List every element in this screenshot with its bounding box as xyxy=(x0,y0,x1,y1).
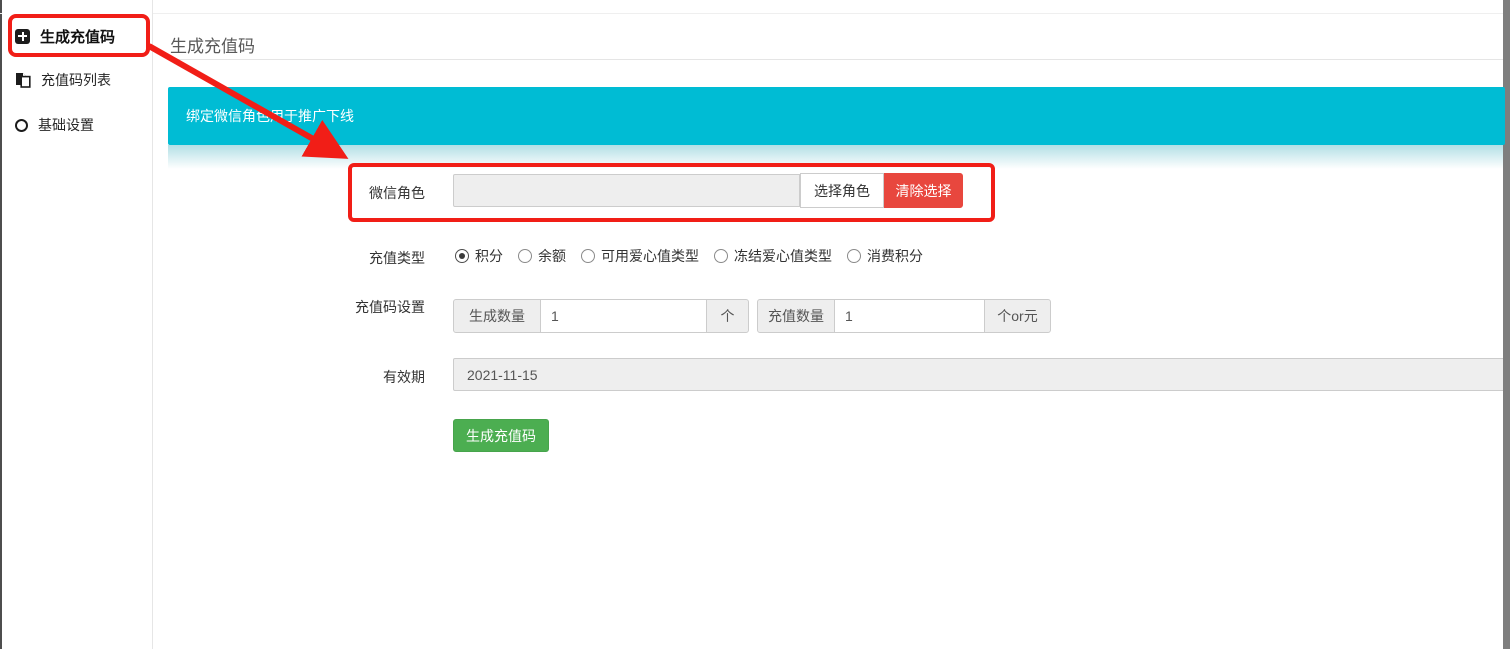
recharge-type-label: 充值类型 xyxy=(290,248,425,268)
generate-quantity-prefix: 生成数量 xyxy=(453,299,541,333)
wechat-role-label: 微信角色 xyxy=(290,183,425,203)
sidebar-item-label: 生成充值码 xyxy=(40,26,115,47)
page: 生成充值码 充值码列表 基础设置 生成充值码 绑定微信角色用于推广下线 微信角色… xyxy=(0,0,1510,649)
info-banner-text: 绑定微信角色用于推广下线 xyxy=(186,106,354,126)
sidebar-item-code-list[interactable]: 充值码列表 xyxy=(15,65,111,95)
recharge-amount-input[interactable] xyxy=(834,299,985,333)
page-title: 生成充值码 xyxy=(170,32,255,57)
validity-label: 有效期 xyxy=(290,367,425,387)
plus-square-icon xyxy=(15,29,30,44)
radio-label: 冻结爱心值类型 xyxy=(734,246,832,266)
generate-quantity-group: 生成数量 个 xyxy=(453,299,749,333)
generate-quantity-input[interactable] xyxy=(540,299,707,333)
select-role-button[interactable]: 选择角色 xyxy=(800,173,884,208)
title-divider xyxy=(168,59,1503,60)
sidebar-item-label: 充值码列表 xyxy=(41,70,111,90)
top-divider xyxy=(0,13,1510,14)
radio-unselected-icon xyxy=(518,249,532,263)
circle-icon xyxy=(15,119,28,132)
code-settings-label: 充值码设置 xyxy=(290,297,425,317)
recharge-type-options: 积分 余额 可用爱心值类型 冻结爱心值类型 消费积分 xyxy=(455,246,923,266)
radio-label: 可用爱心值类型 xyxy=(601,246,699,266)
sidebar-item-generate-code[interactable]: 生成充值码 xyxy=(15,21,115,51)
recharge-amount-suffix: 个or元 xyxy=(984,299,1051,333)
radio-label: 余额 xyxy=(538,246,566,266)
validity-date-input[interactable] xyxy=(453,358,1505,391)
radio-consume-points[interactable]: 消费积分 xyxy=(847,246,923,266)
copy-icon xyxy=(15,72,31,88)
sidebar: 生成充值码 充值码列表 基础设置 xyxy=(2,0,153,649)
sidebar-item-basic-settings[interactable]: 基础设置 xyxy=(15,110,94,140)
radio-label: 积分 xyxy=(475,246,503,266)
recharge-amount-group: 充值数量 个or元 xyxy=(757,299,1051,333)
radio-frozen-love-value[interactable]: 冻结爱心值类型 xyxy=(714,246,832,266)
info-banner: 绑定微信角色用于推广下线 xyxy=(168,87,1505,145)
radio-points[interactable]: 积分 xyxy=(455,246,503,266)
generate-code-button[interactable]: 生成充值码 xyxy=(453,419,549,452)
clear-selection-button[interactable]: 清除选择 xyxy=(884,173,963,208)
generate-quantity-suffix: 个 xyxy=(706,299,749,333)
radio-label: 消费积分 xyxy=(867,246,923,266)
radio-available-love-value[interactable]: 可用爱心值类型 xyxy=(581,246,699,266)
banner-shadow xyxy=(168,145,1505,169)
wechat-role-input[interactable] xyxy=(453,174,800,207)
radio-selected-icon xyxy=(455,249,469,263)
radio-unselected-icon xyxy=(714,249,728,263)
sidebar-item-label: 基础设置 xyxy=(38,115,94,135)
radio-unselected-icon xyxy=(847,249,861,263)
recharge-amount-prefix: 充值数量 xyxy=(757,299,835,333)
radio-unselected-icon xyxy=(581,249,595,263)
radio-balance[interactable]: 余额 xyxy=(518,246,566,266)
